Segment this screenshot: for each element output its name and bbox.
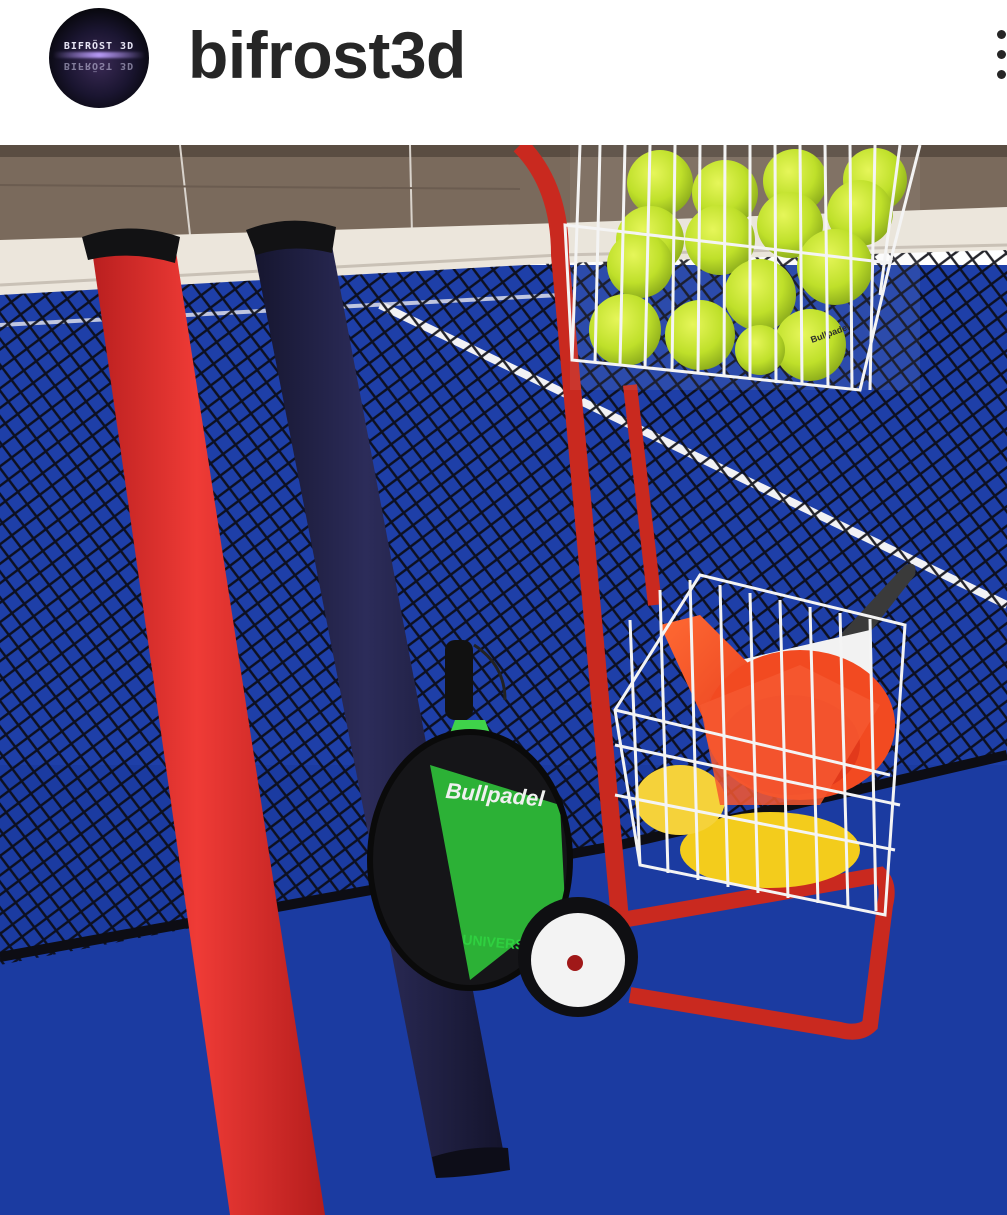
profile-avatar[interactable]: BIFRÖST 3D BIFRÖST 3D xyxy=(49,8,149,108)
avatar-glow xyxy=(53,52,145,58)
username[interactable]: bifrost3d xyxy=(188,12,466,98)
more-options-icon[interactable] xyxy=(995,30,1007,90)
post-photo[interactable]: Bullpadel UNIVERSAL Bullpadel xyxy=(0,145,1007,1215)
avatar-logo-text: BIFRÖST 3D xyxy=(63,41,135,52)
avatar-logo-reflection: BIFRÖST 3D xyxy=(63,60,135,71)
cart-wheel xyxy=(518,897,638,1017)
top-ball-basket: Bullpadel xyxy=(563,145,922,392)
post-header: BIFRÖST 3D BIFRÖST 3D bifrost3d xyxy=(0,0,1007,145)
